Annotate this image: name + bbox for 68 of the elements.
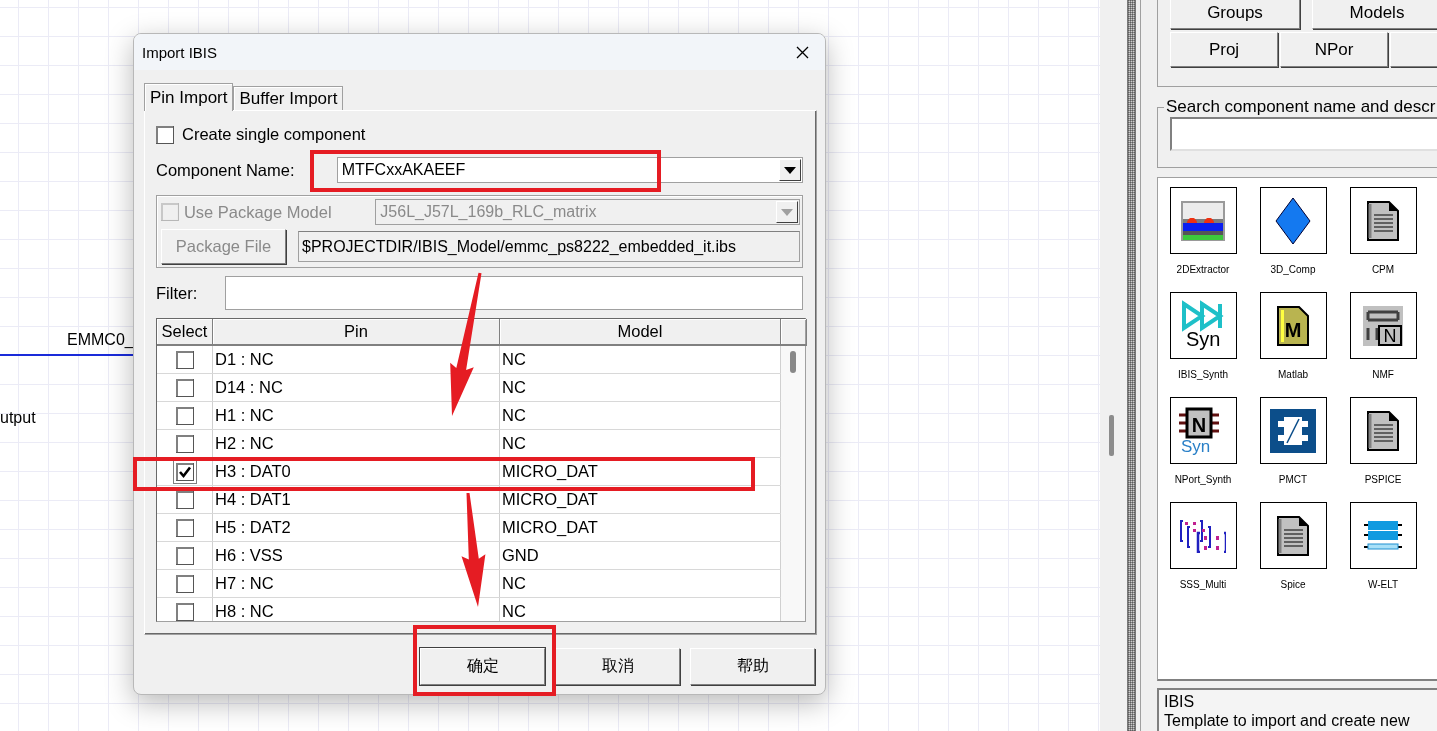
component-label: 3D_Comp [1270, 264, 1316, 275]
tab-button[interactable]: Models [1312, 0, 1437, 29]
component-tile[interactable] [1259, 502, 1327, 569]
component-label: CPM [1371, 264, 1395, 275]
line-icon [1364, 520, 1402, 551]
column-header[interactable]: Model [500, 319, 781, 346]
scrollbar-thumb[interactable] [790, 351, 796, 373]
component-tile[interactable] [1349, 397, 1417, 464]
component-label: IBIS_Synth [1178, 369, 1228, 380]
column-header[interactable]: Select [157, 319, 213, 346]
checkbox-label: Create single component [182, 125, 366, 144]
net-label: EMMC0_ [67, 331, 134, 349]
net-label: utput [0, 409, 36, 427]
chip-icon [1270, 408, 1316, 453]
component-label: W-ELT [1367, 579, 1399, 590]
component-label: 2DExtractor [1176, 264, 1230, 275]
component-label: PSPICE [1364, 474, 1402, 485]
checkbox[interactable] [156, 125, 174, 144]
document-icon: M [1277, 305, 1309, 346]
component-tile[interactable]: N Syn [1169, 397, 1237, 464]
component-label: NMF [1372, 369, 1394, 380]
component-label: Spice [1280, 579, 1306, 590]
component-label: PMCT [1278, 474, 1308, 485]
component-tile[interactable] [1349, 187, 1417, 254]
dialog-button[interactable]: 取消 [555, 648, 680, 685]
table-cell: H2 : NC [213, 430, 500, 457]
document-icon [1367, 410, 1399, 451]
dialog-button[interactable]: 确定 [420, 648, 545, 685]
table-cell: H3 : DAT0 [213, 458, 500, 485]
splitter-bar[interactable] [1127, 0, 1136, 731]
checkbox[interactable] [172, 459, 197, 484]
close-icon [795, 45, 809, 59]
layers-icon [1181, 200, 1225, 241]
tab-button[interactable]: Proj [1170, 32, 1278, 67]
grid-icon: N [1363, 305, 1403, 346]
tab-button[interactable]: Groups [1170, 0, 1300, 29]
component-tile[interactable] [1259, 397, 1327, 464]
component-label: NPort_Synth [1174, 474, 1232, 485]
component-tile[interactable] [1169, 502, 1237, 569]
caret-icon [781, 208, 793, 216]
diamond-icon [1275, 196, 1311, 245]
tab[interactable]: Pin Import [144, 83, 234, 111]
field-label: Component Name: [156, 160, 296, 180]
checkbox-label: Use Package Model [183, 202, 333, 222]
document-icon [1277, 515, 1309, 556]
search-label: Search component name and descr [1165, 97, 1437, 117]
caret-icon [784, 166, 796, 174]
component-label: SSS_Multi [1179, 579, 1227, 590]
filter-field[interactable] [225, 276, 803, 310]
description-title: IBIS [1164, 692, 1196, 711]
matrix-icon [1180, 518, 1226, 553]
component-tile[interactable] [1169, 187, 1237, 254]
component-label: Matlab [1278, 369, 1308, 380]
splitter-handle[interactable] [1109, 415, 1114, 456]
search-field[interactable] [1170, 117, 1437, 151]
component-tile[interactable] [1259, 187, 1327, 254]
description-text: Template to import and create new [1164, 711, 1411, 730]
tab[interactable]: Buffer Import [233, 86, 344, 110]
component-tile[interactable]: M [1259, 292, 1327, 359]
component-tile[interactable]: Syn [1169, 292, 1237, 359]
component-tile[interactable] [1349, 502, 1417, 569]
tab-button[interactable]: NPor [1280, 32, 1388, 67]
field-label: Filter: [156, 283, 198, 303]
component-name-dropdown[interactable]: MTFCxxAKAEEF [336, 157, 803, 183]
dialog-button[interactable]: 帮助 [690, 648, 815, 685]
document-icon [1367, 200, 1399, 241]
component-tile[interactable]: N [1349, 292, 1417, 359]
window-title: Import IBIS [142, 43, 218, 61]
